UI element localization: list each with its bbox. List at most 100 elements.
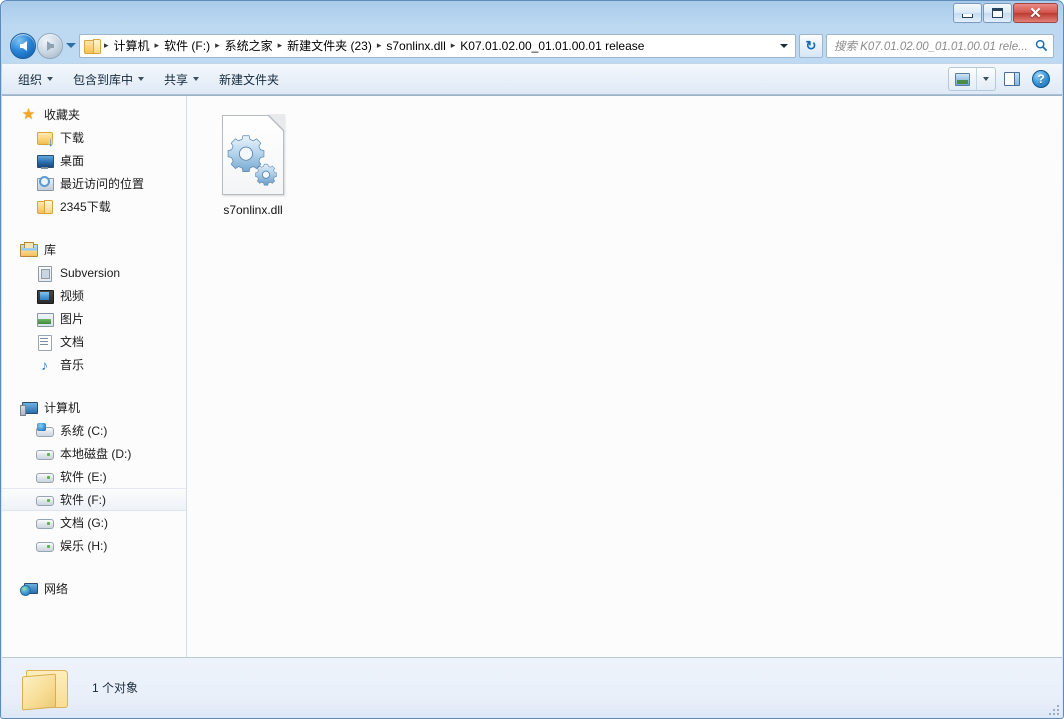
explorer-window: ✕ ▸ 计算机 ▸ 软件 (F:) ▸ 系统之家 ▸ (0, 0, 1064, 719)
chevron-down-icon (47, 77, 53, 81)
sidebar-item-label: 收藏夹 (44, 106, 80, 123)
star-icon: ★ (20, 107, 37, 123)
computer-icon (20, 400, 37, 416)
breadcrumb-separator: ▸ (449, 40, 458, 51)
sidebar-item-drive-h[interactable]: 娱乐 (H:) (2, 534, 186, 557)
sidebar-item-label: 文档 (G:) (60, 514, 108, 531)
breadcrumb-separator: ▸ (375, 40, 384, 51)
sidebar-item-label: 桌面 (60, 152, 84, 169)
sidebar-item-label: 图片 (60, 310, 84, 327)
refresh-button[interactable]: ↻ (799, 34, 823, 58)
file-list-pane[interactable]: s7onlinx.dll (187, 95, 1062, 657)
documents-icon (36, 334, 53, 350)
breadcrumb-item-s7onlinx[interactable]: s7onlinx.dll (383, 39, 448, 53)
desktop-icon (36, 153, 53, 169)
file-item[interactable]: s7onlinx.dll (201, 111, 305, 218)
resize-grip[interactable] (1045, 701, 1059, 715)
sidebar-item-computer[interactable]: 计算机 (2, 396, 186, 419)
drive-icon (36, 446, 53, 462)
status-bar: 1 个对象 (2, 657, 1062, 717)
toolbar-item-label: 共享 (164, 71, 188, 88)
drive-icon (36, 469, 53, 485)
sidebar-item-libraries[interactable]: 库 (2, 238, 186, 261)
preview-pane-button[interactable] (999, 67, 1025, 91)
sidebar-item-recent-places[interactable]: 最近访问的位置 (2, 172, 186, 195)
file-name-label: s7onlinx.dll (223, 203, 282, 218)
sidebar-item-drive-e[interactable]: 软件 (E:) (2, 465, 186, 488)
toolbar-organize-button[interactable]: 组织 (8, 67, 63, 91)
close-button[interactable]: ✕ (1013, 3, 1058, 23)
sidebar-item-label: 文档 (60, 333, 84, 350)
sidebar-item-label: Subversion (60, 266, 120, 280)
recent-places-icon (36, 176, 53, 192)
sidebar-item-favorites[interactable]: ★ 收藏夹 (2, 103, 186, 126)
breadcrumb[interactable]: ▸ 计算机 ▸ 软件 (F:) ▸ 系统之家 ▸ 新建文件夹 (23) ▸ s7… (79, 34, 796, 58)
sidebar-item-downloads[interactable]: 下载 (2, 126, 186, 149)
sidebar-item-label: 最近访问的位置 (60, 175, 144, 192)
recent-locations-dropdown[interactable] (63, 34, 79, 58)
window-controls: ✕ (953, 3, 1058, 23)
help-icon: ? (1032, 70, 1050, 88)
toolbar-include-in-library-button[interactable]: 包含到库中 (63, 67, 154, 91)
sidebar-item-label: 网络 (44, 580, 68, 597)
sidebar-item-desktop[interactable]: 桌面 (2, 149, 186, 172)
change-view-button[interactable] (949, 68, 976, 90)
view-options-split-button[interactable] (948, 67, 996, 91)
item-count-label: 1 个对象 (92, 679, 138, 696)
sidebar-item-drive-d[interactable]: 本地磁盘 (D:) (2, 442, 186, 465)
sidebar-item-drive-f[interactable]: 软件 (F:) (2, 488, 186, 511)
folder-icon (84, 39, 100, 53)
view-icon (955, 73, 970, 86)
close-icon: ✕ (1029, 6, 1042, 21)
downloads-folder-icon (36, 130, 53, 146)
address-dropdown-button[interactable] (775, 44, 793, 48)
breadcrumb-item-release[interactable]: K07.01.02.00_01.01.00.01 release (457, 39, 647, 53)
toolbar-new-folder-button[interactable]: 新建文件夹 (209, 67, 289, 91)
sidebar-group-libraries: 库 Subversion 视频 图片 (2, 238, 186, 376)
minimize-button[interactable] (953, 3, 982, 23)
search-box[interactable]: 搜索 K07.01.02.00_01.01.00.01 rele... (826, 34, 1054, 58)
window-inner: ✕ ▸ 计算机 ▸ 软件 (F:) ▸ 系统之家 ▸ (2, 1, 1062, 717)
sidebar-group-favorites: ★ 收藏夹 下载 桌面 最近访问的位置 (2, 103, 186, 218)
sidebar-item-network[interactable]: 网络 (2, 577, 186, 600)
network-icon (20, 581, 37, 597)
help-button[interactable]: ? (1028, 67, 1054, 91)
sidebar-item-pictures[interactable]: 图片 (2, 307, 186, 330)
view-dropdown-button[interactable] (976, 68, 995, 90)
sidebar-item-videos[interactable]: 视频 (2, 284, 186, 307)
arrow-left-icon (20, 41, 27, 51)
sidebar-item-label: 本地磁盘 (D:) (60, 445, 131, 462)
system-drive-icon (36, 423, 53, 439)
command-toolbar: 组织 包含到库中 共享 新建文件夹 (2, 63, 1062, 95)
sidebar-item-2345download[interactable]: 2345下载 (2, 195, 186, 218)
navigation-pane[interactable]: ★ 收藏夹 下载 桌面 最近访问的位置 (2, 95, 187, 657)
address-bar-row: ▸ 计算机 ▸ 软件 (F:) ▸ 系统之家 ▸ 新建文件夹 (23) ▸ s7… (2, 28, 1062, 63)
maximize-button[interactable] (983, 3, 1012, 23)
sidebar-item-documents[interactable]: 文档 (2, 330, 186, 353)
toolbar-share-button[interactable]: 共享 (154, 67, 209, 91)
breadcrumb-item-xitongzhijia[interactable]: 系统之家 (222, 37, 276, 54)
sidebar-group-computer: 计算机 系统 (C:) 本地磁盘 (D:) 软件 (E:) (2, 396, 186, 557)
minimize-icon (962, 14, 973, 18)
sidebar-item-drive-g[interactable]: 文档 (G:) (2, 511, 186, 534)
forward-button[interactable] (37, 33, 63, 59)
sidebar-item-label: 娱乐 (H:) (60, 537, 107, 554)
breadcrumb-item-computer[interactable]: 计算机 (111, 37, 153, 54)
sidebar-item-music[interactable]: ♪ 音乐 (2, 353, 186, 376)
sidebar-item-label: 计算机 (44, 399, 80, 416)
sidebar-item-drive-c[interactable]: 系统 (C:) (2, 419, 186, 442)
sidebar-item-label: 音乐 (60, 356, 84, 373)
back-button[interactable] (10, 33, 36, 59)
breadcrumb-item-newfolder23[interactable]: 新建文件夹 (23) (284, 37, 375, 54)
breadcrumb-separator: ▸ (153, 40, 162, 51)
main-area: ★ 收藏夹 下载 桌面 最近访问的位置 (2, 95, 1062, 657)
breadcrumb-item-drive-f[interactable]: 软件 (F:) (161, 37, 213, 54)
video-icon (36, 288, 53, 304)
sidebar-item-label: 软件 (F:) (60, 491, 106, 508)
sidebar-item-subversion[interactable]: Subversion (2, 261, 186, 284)
search-input[interactable]: 搜索 K07.01.02.00_01.01.00.01 rele... (834, 38, 1034, 54)
search-icon (1034, 39, 1049, 52)
sidebar-item-label: 下载 (60, 129, 84, 146)
chevron-down-icon (983, 77, 989, 81)
music-icon: ♪ (36, 357, 53, 373)
